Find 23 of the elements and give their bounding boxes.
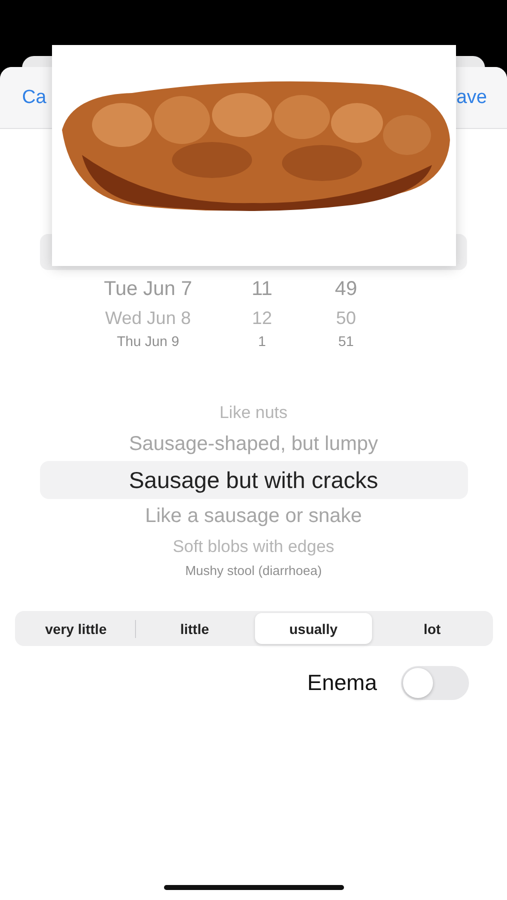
enema-label: Enema [307,670,377,696]
enema-toggle[interactable] [401,666,469,700]
stool-type-option[interactable]: Soft blobs with edges [172,533,334,561]
stool-type-option[interactable]: Mushy stool (diarrhoea) [185,561,322,581]
stool-type-option[interactable]: Sausage but with cracks [40,461,468,499]
minute-text[interactable]: 50 [324,308,368,328]
stool-type-option[interactable]: Like nuts [219,399,288,427]
amount-segment[interactable]: lot [373,613,491,644]
amount-segment[interactable]: little [136,613,254,644]
hour-text[interactable]: 1 [240,332,284,350]
minute-text[interactable]: 49 [324,278,368,300]
cancel-button[interactable]: Ca [22,86,46,108]
date-text[interactable]: Tue Jun 7 [68,278,228,300]
minute-text[interactable]: 51 [324,332,368,350]
amount-segment[interactable]: usually [254,613,372,644]
save-button[interactable]: ave [456,86,487,108]
stool-type-option[interactable]: Like a sausage or snake [145,499,362,533]
date-text[interactable]: Thu Jun 9 [68,332,228,350]
amount-segment[interactable]: very little [17,613,135,644]
hour-text[interactable]: 12 [240,308,284,328]
date-text[interactable]: Wed Jun 8 [68,308,228,328]
stool-type-option[interactable]: Sausage-shaped, but lumpy [128,427,378,461]
hour-text[interactable]: 11 [240,278,284,300]
